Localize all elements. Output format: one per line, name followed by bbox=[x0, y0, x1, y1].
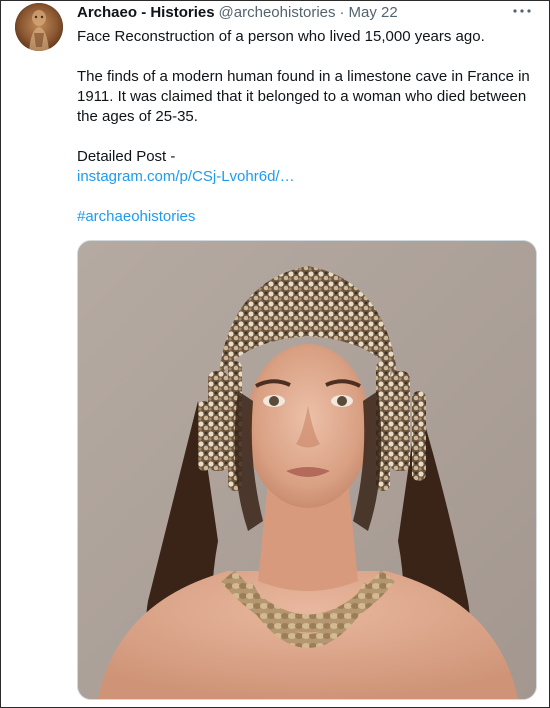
author-handle[interactable]: @archeohistories bbox=[219, 3, 336, 23]
screenshot-frame: Archaeo - Histories @archeohistories · M… bbox=[0, 0, 550, 708]
tweet-card[interactable]: Archaeo - Histories @archeohistories · M… bbox=[1, 1, 549, 707]
tweet-text: Face Reconstruction of a person who live… bbox=[77, 27, 537, 227]
bronze-figurine-avatar-icon bbox=[15, 3, 63, 51]
detailed-post-label: Detailed Post - bbox=[77, 148, 176, 165]
tweet-timestamp[interactable]: May 22 bbox=[349, 3, 398, 23]
instagram-link[interactable]: instagram.com/p/CSj-Lvohr6d/… bbox=[77, 168, 295, 185]
tweet-header: Archaeo - Histories @archeohistories · M… bbox=[77, 3, 537, 23]
tweet-content: Archaeo - Histories @archeohistories · M… bbox=[77, 3, 537, 227]
author-display-name[interactable]: Archaeo - Histories bbox=[77, 3, 215, 23]
tweet-media-image[interactable] bbox=[77, 240, 537, 700]
tweet-text-paragraph-2: The finds of a modern human found in a l… bbox=[77, 68, 530, 125]
header-separator: · bbox=[339, 4, 345, 21]
hashtag-link[interactable]: #archaeohistories bbox=[77, 208, 195, 225]
tweet-text-line-1: Face Reconstruction of a person who live… bbox=[77, 28, 485, 45]
author-avatar[interactable] bbox=[15, 3, 63, 51]
face-reconstruction-photo-icon bbox=[78, 241, 536, 699]
